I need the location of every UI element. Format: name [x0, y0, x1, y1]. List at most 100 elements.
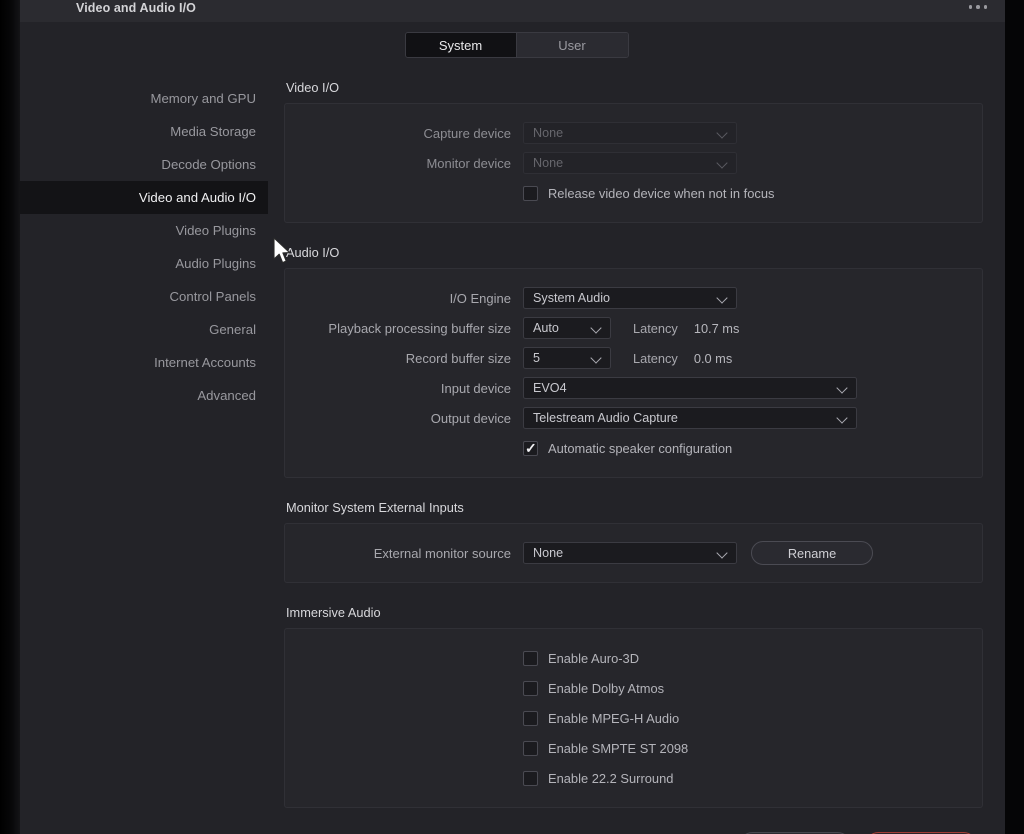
- row-input-device: Input device EVO4: [285, 373, 982, 403]
- chevron-down-icon: [836, 411, 850, 425]
- chevron-down-icon: [590, 321, 604, 335]
- record-buffer-dropdown[interactable]: 5: [523, 347, 611, 369]
- chevron-down-icon: [836, 381, 850, 395]
- enable-dolby-atmos-checkbox[interactable]: [523, 680, 538, 696]
- tab-user[interactable]: User: [516, 33, 628, 57]
- output-device-label: Output device: [430, 410, 511, 426]
- panel-monitor-external-inputs: External monitor source None Rename: [284, 523, 983, 583]
- sidebar-item-memory-and-gpu[interactable]: Memory and GPU: [20, 82, 268, 115]
- input-device-value: EVO4: [533, 381, 567, 395]
- playback-latency-value: 10.7 ms: [693, 320, 740, 336]
- enable-smpte-st-2098-checkbox[interactable]: [523, 740, 538, 756]
- sidebar-item-video-plugins[interactable]: Video Plugins: [20, 214, 268, 247]
- row-enable-dolby-atmos: Enable Dolby Atmos: [285, 673, 982, 703]
- kebab-dot: [976, 5, 980, 9]
- sidebar-item-advanced[interactable]: Advanced: [20, 379, 268, 412]
- desktop-background-right: [1004, 0, 1024, 834]
- row-output-device: Output device Telestream Audio Capture: [285, 403, 982, 433]
- sidebar-item-general[interactable]: General: [20, 313, 268, 346]
- row-enable-auro-3d: Enable Auro-3D: [285, 643, 982, 673]
- row-enable-smpte-st-2098: Enable SMPTE ST 2098: [285, 733, 982, 763]
- tab-group: System User: [404, 32, 629, 58]
- dialog-title: Video and Audio I/O: [76, 1, 196, 15]
- capture-device-dropdown[interactable]: None: [523, 122, 737, 144]
- automatic-speaker-configuration-checkbox[interactable]: [523, 439, 538, 457]
- enable-mpeg-h-audio-label[interactable]: Enable MPEG-H Audio: [548, 711, 679, 726]
- row-release-video-device: Release video device when not in focus: [285, 178, 982, 208]
- record-latency-label: Latency: [633, 350, 678, 366]
- monitor-device-value: None: [533, 156, 564, 170]
- panel-video-io: Capture device None Monitor device None: [284, 103, 983, 223]
- row-enable-mpeg-h-audio: Enable MPEG-H Audio: [285, 703, 982, 733]
- playback-buffer-value: Auto: [533, 321, 559, 335]
- row-external-monitor-source: External monitor source None Rename: [285, 538, 982, 568]
- desktop-background-left: [0, 0, 20, 834]
- io-engine-dropdown[interactable]: System Audio: [523, 287, 737, 309]
- settings-sidebar: Memory and GPU Media Storage Decode Opti…: [20, 68, 268, 808]
- playback-buffer-label: Playback processing buffer size: [328, 320, 511, 336]
- panel-immersive-audio: Enable Auro-3D Enable Dolby Atmos Enable…: [284, 628, 983, 808]
- row-monitor-device: Monitor device None: [285, 148, 982, 178]
- capture-device-value: None: [533, 126, 564, 140]
- row-record-buffer: Record buffer size 5 Latency 0.0 ms: [285, 343, 982, 373]
- monitor-device-label: Monitor device: [426, 155, 511, 171]
- tab-system[interactable]: System: [405, 33, 517, 57]
- external-monitor-source-label: External monitor source: [373, 545, 511, 561]
- release-video-device-label[interactable]: Release video device when not in focus: [548, 186, 774, 201]
- row-capture-device: Capture device None: [285, 118, 982, 148]
- enable-auro-3d-checkbox[interactable]: [523, 650, 538, 666]
- input-device-label: Input device: [440, 380, 511, 396]
- screen: Video and Audio I/O System User Memory a…: [0, 0, 1024, 834]
- external-monitor-source-dropdown[interactable]: None: [523, 542, 737, 564]
- dialog-body: System User Memory and GPU Media Storage…: [20, 22, 1005, 834]
- sidebar-item-video-and-audio-io[interactable]: Video and Audio I/O: [20, 181, 268, 214]
- enable-smpte-st-2098-label[interactable]: Enable SMPTE ST 2098: [548, 741, 688, 756]
- output-device-dropdown[interactable]: Telestream Audio Capture: [523, 407, 857, 429]
- playback-buffer-dropdown[interactable]: Auto: [523, 317, 611, 339]
- chevron-down-icon: [590, 351, 604, 365]
- enable-22-2-surround-label[interactable]: Enable 22.2 Surround: [548, 771, 673, 786]
- chevron-down-icon: [716, 126, 730, 140]
- row-io-engine: I/O Engine System Audio: [285, 283, 982, 313]
- row-playback-buffer: Playback processing buffer size Auto Lat…: [285, 313, 982, 343]
- rename-button[interactable]: Rename: [751, 541, 873, 565]
- record-buffer-value: 5: [533, 351, 541, 365]
- panel-audio-io: I/O Engine System Audio Playback process…: [284, 268, 983, 478]
- enable-dolby-atmos-label[interactable]: Enable Dolby Atmos: [548, 681, 664, 696]
- record-buffer-label: Record buffer size: [405, 350, 511, 366]
- chevron-down-icon: [716, 291, 730, 305]
- capture-device-label: Capture device: [423, 125, 511, 141]
- enable-mpeg-h-audio-checkbox[interactable]: [523, 710, 538, 726]
- dialog-titlebar: Video and Audio I/O: [20, 0, 1005, 22]
- section-title-video-io: Video I/O: [286, 80, 340, 95]
- kebab-dot: [983, 5, 988, 9]
- preferences-dialog: Video and Audio I/O System User Memory a…: [20, 0, 1005, 834]
- record-latency-value: 0.0 ms: [693, 350, 733, 366]
- release-video-device-checkbox[interactable]: [523, 185, 538, 201]
- io-engine-label: I/O Engine: [449, 290, 511, 306]
- input-device-dropdown[interactable]: EVO4: [523, 377, 857, 399]
- tab-bar: System User: [20, 22, 1005, 68]
- settings-content: Video I/O Capture device None Monitor de…: [268, 68, 1005, 808]
- kebab-menu-icon[interactable]: [957, 0, 999, 22]
- section-title-monitor-external-inputs: Monitor System External Inputs: [286, 500, 464, 515]
- chevron-down-icon: [716, 546, 730, 560]
- external-monitor-source-value: None: [533, 546, 564, 560]
- automatic-speaker-configuration-label[interactable]: Automatic speaker configuration: [548, 441, 732, 456]
- sidebar-item-internet-accounts[interactable]: Internet Accounts: [20, 346, 268, 379]
- sidebar-item-audio-plugins[interactable]: Audio Plugins: [20, 247, 268, 280]
- monitor-device-dropdown[interactable]: None: [523, 152, 737, 174]
- kebab-dot: [968, 5, 973, 9]
- dialog-footer: Cancel Save: [20, 808, 1005, 834]
- sidebar-item-control-panels[interactable]: Control Panels: [20, 280, 268, 313]
- io-engine-value: System Audio: [533, 291, 611, 305]
- sidebar-item-decode-options[interactable]: Decode Options: [20, 148, 268, 181]
- section-title-audio-io: Audio I/O: [286, 245, 340, 260]
- enable-auro-3d-label[interactable]: Enable Auro-3D: [548, 651, 639, 666]
- chevron-down-icon: [716, 156, 730, 170]
- enable-22-2-surround-checkbox[interactable]: [523, 770, 538, 786]
- sidebar-item-media-storage[interactable]: Media Storage: [20, 115, 268, 148]
- output-device-value: Telestream Audio Capture: [533, 411, 678, 425]
- row-enable-22-2-surround: Enable 22.2 Surround: [285, 763, 982, 793]
- dialog-main: Memory and GPU Media Storage Decode Opti…: [20, 68, 1005, 808]
